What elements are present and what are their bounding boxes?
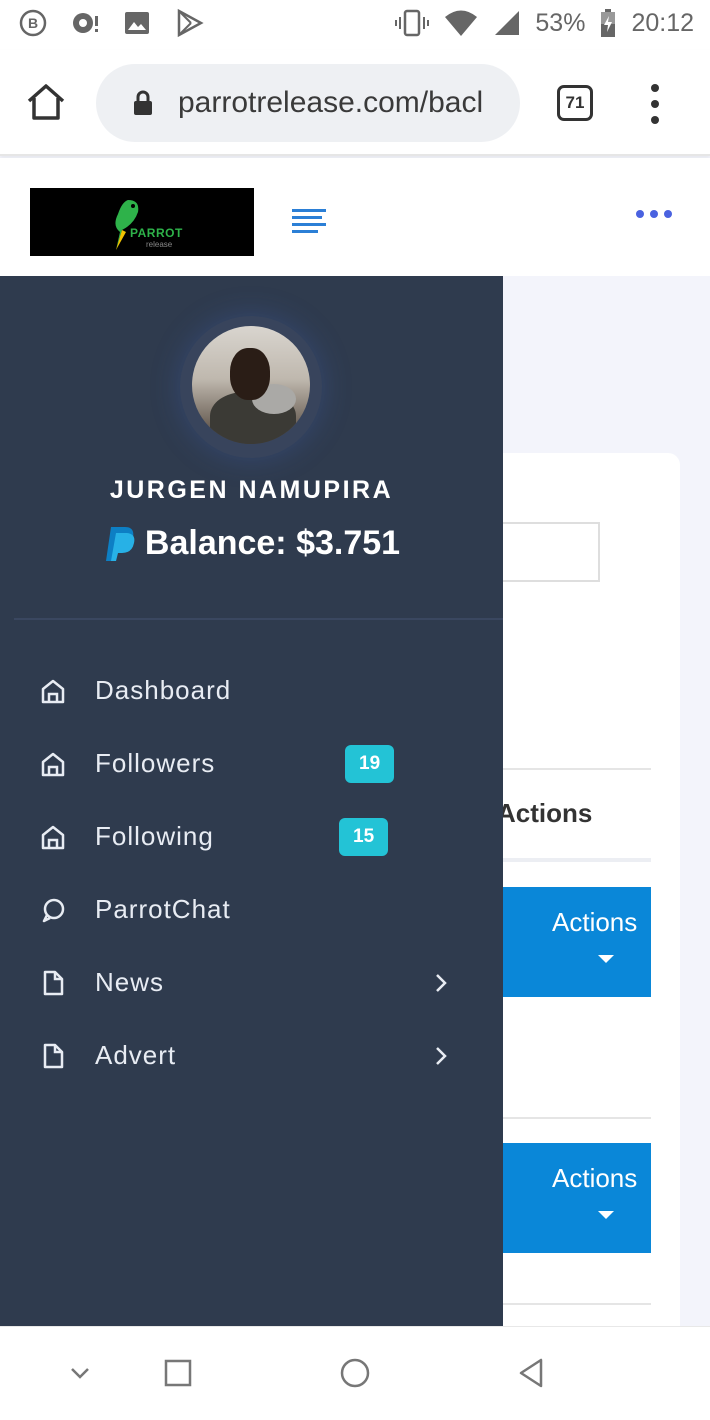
sidebar-item-following[interactable]: Following 15 (0, 800, 503, 873)
signal-icon (495, 11, 520, 35)
sidebar-item-news[interactable]: News (0, 946, 503, 1019)
camera-icon (73, 13, 98, 33)
actions-column-header: Actions (497, 798, 593, 828)
chat-icon (42, 898, 65, 922)
table-row-divider (480, 1117, 651, 1119)
battery-percent: 53% (535, 8, 586, 37)
overflow-menu-icon[interactable] (640, 80, 670, 128)
site-logo[interactable]: PARROT release (30, 188, 254, 256)
actions-button-label: Actions (552, 1163, 638, 1193)
sidebar-nav: Dashboard Followers 19 Following 15 Parr… (0, 654, 503, 1092)
more-options-icon[interactable] (636, 210, 672, 218)
sidebar-item-parrotchat[interactable]: ParrotChat (0, 873, 503, 946)
table-row-divider (480, 1303, 651, 1305)
chevron-down-icon[interactable] (62, 1355, 98, 1391)
actions-button-label: Actions (552, 907, 638, 937)
system-navigation-bar (0, 1326, 710, 1420)
home-button-icon[interactable] (337, 1355, 373, 1391)
chevron-right-icon (436, 1046, 447, 1065)
sidebar-item-label: Advert (95, 1040, 177, 1070)
site-header: PARROT release (0, 158, 710, 276)
home-icon (41, 752, 65, 776)
logo-subtext: release (146, 240, 173, 249)
parrot-logo-icon (115, 200, 139, 250)
user-name: JURGEN NAMUPIRA (109, 476, 394, 504)
browser-toolbar: parrotrelease.com/bacl 71 (0, 50, 710, 156)
wifi-icon (445, 10, 478, 36)
clock: 20:12 (631, 8, 694, 37)
tab-switcher-button[interactable]: 71 (557, 85, 593, 121)
home-icon (41, 679, 65, 703)
logo-text: PARROT (130, 226, 183, 240)
hamburger-menu-icon[interactable] (290, 206, 328, 234)
url-text: parrotrelease.com/bacl (178, 86, 484, 119)
sidebar-drawer: JURGEN NAMUPIRA Balance: $3.751 Dashboar… (0, 276, 503, 1326)
table-header-divider (480, 858, 651, 862)
sidebar-item-dashboard[interactable]: Dashboard (0, 654, 503, 727)
paypal-icon (105, 526, 135, 561)
svg-text:B: B (28, 15, 38, 31)
file-icon (43, 970, 64, 995)
following-count-badge: 15 (339, 817, 389, 856)
followers-count-badge: 19 (345, 744, 395, 783)
image-icon (125, 12, 149, 34)
play-store-icon (177, 8, 204, 38)
sidebar-item-label: Followers (95, 748, 216, 778)
lock-icon (134, 90, 152, 115)
home-icon (41, 825, 65, 849)
sidebar-item-advert[interactable]: Advert (0, 1019, 503, 1092)
recent-apps-icon[interactable] (160, 1355, 196, 1391)
actions-dropdown-button[interactable]: Actions (480, 1143, 651, 1253)
sidebar-item-label: ParrotChat (95, 894, 231, 924)
sidebar-item-label: Dashboard (95, 675, 232, 705)
table-divider (480, 768, 651, 770)
avatar[interactable] (192, 326, 310, 444)
address-bar[interactable]: parrotrelease.com/bacl (96, 64, 520, 142)
file-icon (43, 1043, 64, 1068)
chevron-right-icon (436, 973, 447, 992)
sidebar-item-followers[interactable]: Followers 19 (0, 727, 503, 800)
balance-text: Balance: $3.751 (144, 524, 401, 562)
sidebar-item-label: Following (95, 821, 214, 851)
status-bar: B 53% 20:12 (0, 0, 710, 50)
home-icon[interactable] (24, 80, 68, 124)
caret-down-icon (598, 1211, 614, 1219)
balance-row: Balance: $3.751 (0, 524, 503, 563)
b-badge-icon: B (19, 9, 47, 37)
tab-count: 71 (565, 93, 585, 112)
vibrate-icon (395, 9, 430, 37)
back-icon[interactable] (514, 1355, 550, 1391)
caret-down-icon (598, 955, 614, 963)
actions-dropdown-button[interactable]: Actions (480, 887, 651, 997)
battery-charging-icon (601, 9, 616, 37)
sidebar-item-label: News (95, 967, 165, 997)
sidebar-divider (14, 618, 503, 620)
